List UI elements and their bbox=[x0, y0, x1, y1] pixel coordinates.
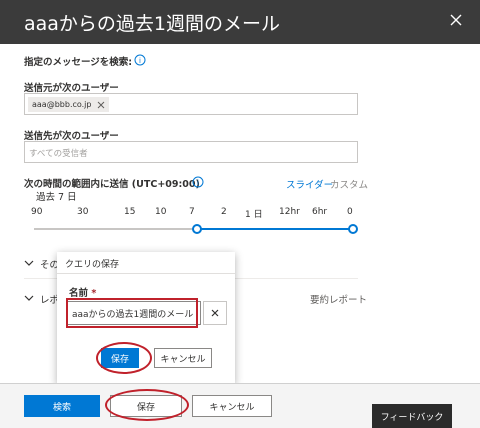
slider-start-handle[interactable] bbox=[192, 224, 202, 234]
search-heading: 指定のメッセージを検索: bbox=[24, 57, 133, 68]
to-field[interactable]: すべての受信者 bbox=[24, 141, 358, 163]
feedback-button[interactable]: フィードバック bbox=[372, 404, 452, 428]
close-icon[interactable] bbox=[446, 10, 466, 30]
tick-label: 15 bbox=[124, 207, 136, 217]
name-label: 名前 * bbox=[69, 285, 96, 299]
clear-name-button[interactable] bbox=[203, 301, 227, 325]
chevron-down-icon bbox=[24, 295, 34, 301]
slider-end-handle[interactable] bbox=[348, 224, 358, 234]
from-label: 送信元が次のユーザー bbox=[24, 83, 119, 94]
footer-bar: 検索 保存 キャンセル フィードバック bbox=[0, 384, 480, 428]
annotation-rectangle bbox=[66, 298, 198, 328]
annotation-ellipse bbox=[105, 389, 189, 421]
tick-label: 6hr bbox=[312, 207, 328, 217]
tick-label: 12hr bbox=[279, 207, 300, 217]
tick-label: 7 bbox=[189, 207, 195, 217]
dialog-title: クエリの保存 bbox=[57, 252, 235, 274]
mode-custom-link[interactable]: カスタム bbox=[330, 177, 368, 191]
to-placeholder: すべての受信者 bbox=[29, 149, 88, 159]
chevron-down-icon bbox=[24, 260, 34, 266]
tick-label: 0 bbox=[347, 207, 353, 217]
panel-title: aaaからの過去1週間のメール bbox=[24, 13, 281, 35]
mode-slider-link[interactable]: スライダー bbox=[286, 177, 333, 191]
clear-icon bbox=[211, 309, 219, 317]
info-icon[interactable]: i bbox=[134, 54, 146, 66]
dialog-cancel-button[interactable]: キャンセル bbox=[154, 348, 212, 368]
cancel-button[interactable]: キャンセル bbox=[192, 395, 272, 417]
tick-label: 90 bbox=[31, 207, 43, 217]
search-button[interactable]: 検索 bbox=[24, 395, 100, 417]
recipient-chip: aaa@bbb.co.jp bbox=[28, 97, 110, 112]
to-label: 送信先が次のユーザー bbox=[24, 131, 119, 142]
annotation-ellipse bbox=[96, 342, 152, 374]
tick-label: 2 bbox=[221, 207, 227, 217]
chip-text: aaa@bbb.co.jp bbox=[32, 100, 92, 109]
from-field[interactable]: aaa@bbb.co.jp bbox=[24, 93, 358, 115]
report-type-text: 要約レポート bbox=[310, 295, 368, 306]
svg-text:i: i bbox=[197, 179, 199, 187]
svg-text:i: i bbox=[139, 57, 141, 65]
time-range-label: 次の時間の範囲内に送信 (UTC+09:00) bbox=[24, 179, 200, 190]
info-icon[interactable]: i bbox=[192, 176, 204, 188]
tick-label: 10 bbox=[155, 207, 167, 217]
panel-header: aaaからの過去1週間のメール bbox=[0, 0, 480, 44]
range-value: 過去 7 日 bbox=[36, 192, 77, 203]
tick-label: 30 bbox=[77, 207, 89, 217]
slider-range-fill bbox=[197, 228, 354, 230]
tick-label: 1 日 bbox=[245, 210, 263, 220]
chip-remove-icon[interactable] bbox=[97, 101, 105, 109]
